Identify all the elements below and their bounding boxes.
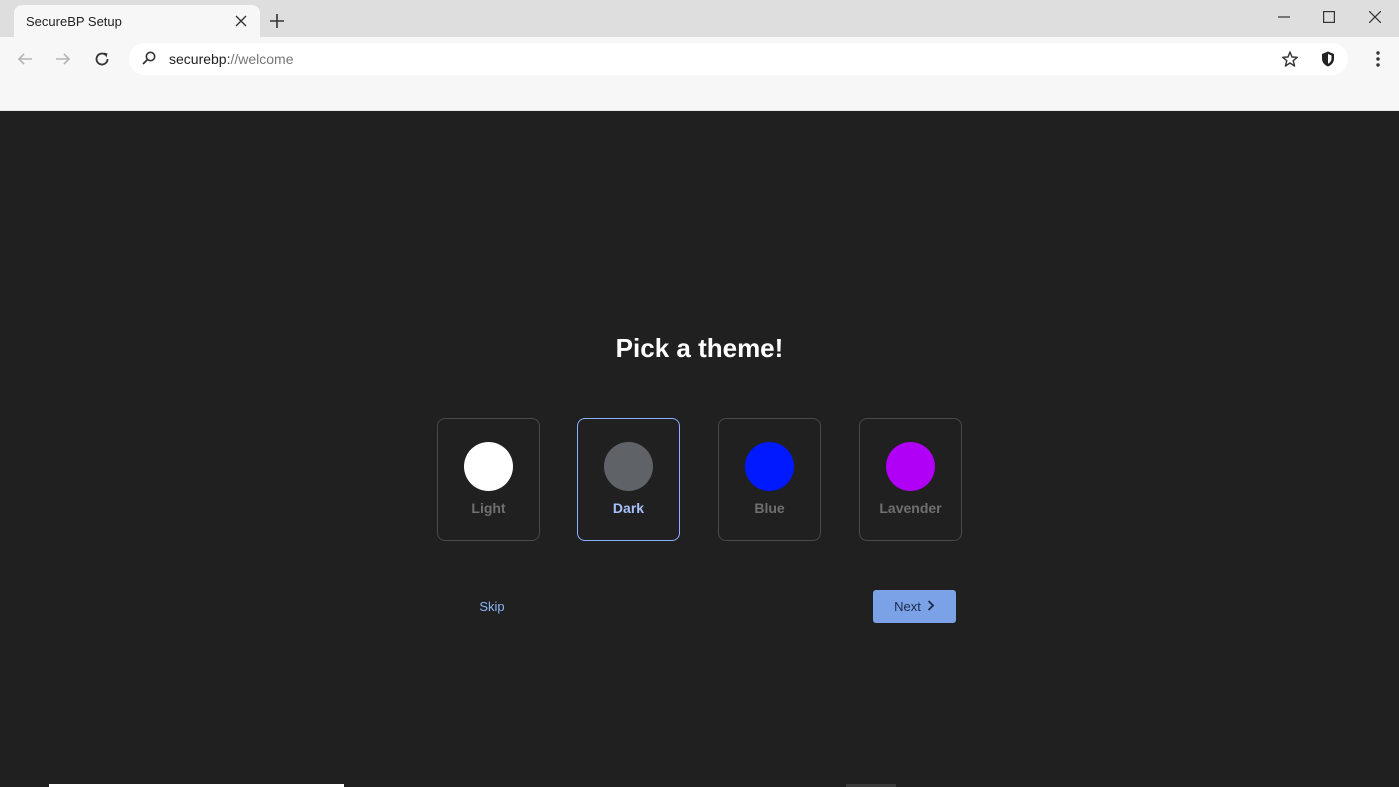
theme-swatch-light [464,442,513,491]
next-button[interactable]: Next [873,590,956,623]
theme-option-light[interactable]: Light [437,418,540,541]
url-path: //welcome [230,51,294,67]
welcome-page: Pick a theme! Light Dark Blue Lavender S… [0,111,1399,787]
theme-label: Dark [612,500,645,516]
theme-option-dark[interactable]: Dark [577,418,680,541]
address-bar[interactable]: securebp://welcome [129,43,1348,75]
url-host: securebp: [169,51,231,67]
window-close-icon[interactable] [1352,0,1398,34]
kebab-menu-icon[interactable] [1371,48,1385,70]
forward-icon[interactable] [49,46,77,72]
plus-icon[interactable] [266,10,288,32]
theme-swatch-lavender [886,442,935,491]
theme-swatch-dark [604,442,653,491]
page-title: Pick a theme! [615,333,784,363]
chevron-right-icon [927,599,935,614]
theme-label: Light [471,500,506,516]
theme-label: Lavender [879,500,942,516]
tab-strip: SecureBP Setup [0,0,1399,37]
back-icon[interactable] [11,46,39,72]
minimize-icon[interactable] [1261,0,1307,34]
skip-button[interactable]: Skip [470,597,514,617]
address-url: securebp://welcome [169,51,294,67]
reload-icon[interactable] [88,46,116,72]
theme-swatch-blue [745,442,794,491]
theme-option-blue[interactable]: Blue [718,418,821,541]
shield-icon[interactable] [1319,50,1337,68]
theme-option-lavender[interactable]: Lavender [859,418,962,541]
star-icon[interactable] [1281,50,1299,68]
browser-toolbar: securebp://welcome [0,37,1399,111]
tab-title: SecureBP Setup [26,14,122,29]
search-icon [141,50,157,66]
theme-label: Blue [754,500,785,516]
maximize-icon[interactable] [1306,0,1352,34]
close-icon[interactable] [232,12,250,30]
browser-tab[interactable]: SecureBP Setup [14,5,260,37]
next-button-label: Next [894,599,921,614]
